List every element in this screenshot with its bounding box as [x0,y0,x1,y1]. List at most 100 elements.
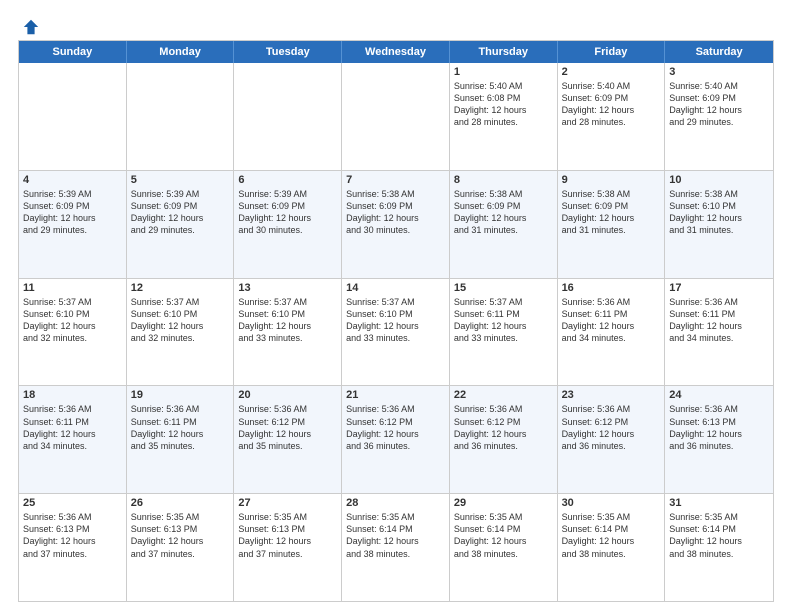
calendar-day-18: 18Sunrise: 5:36 AM Sunset: 6:11 PM Dayli… [19,386,127,493]
day-number: 17 [669,282,769,294]
day-info: Sunrise: 5:36 AM Sunset: 6:11 PM Dayligh… [562,296,661,345]
calendar-day-5: 5 Sunrise: 5:39 AM Sunset: 6:09 PM Daylig… [127,171,235,278]
calendar-day-1: 1 Sunrise: 5:40 AM Sunset: 6:08 PM Daylig… [450,63,558,170]
day-info: Sunrise: 5:38 AM Sunset: 6:09 PM Dayligh… [454,188,553,237]
calendar-day-20: 20Sunrise: 5:36 AM Sunset: 6:12 PM Dayli… [234,386,342,493]
day-number: 5 [131,174,230,186]
calendar-empty [234,63,342,170]
day-info: Sunrise: 5:35 AM Sunset: 6:14 PM Dayligh… [454,511,553,560]
calendar-row: 1 Sunrise: 5:40 AM Sunset: 6:08 PM Daylig… [19,63,773,171]
calendar-day-31: 31 Sunrise: 5:35 AM Sunset: 6:14 PM Dayli… [665,494,773,601]
day-info: Sunrise: 5:36 AM Sunset: 6:12 PM Dayligh… [238,403,337,452]
day-info: Sunrise: 5:37 AM Sunset: 6:10 PM Dayligh… [131,296,230,345]
day-number: 24 [669,389,769,401]
day-info: Sunrise: 5:35 AM Sunset: 6:14 PM Dayligh… [562,511,661,560]
day-info: Sunrise: 5:36 AM Sunset: 6:13 PM Dayligh… [669,403,769,452]
header-day: Saturday [665,41,773,63]
calendar-day-7: 7 Sunrise: 5:38 AM Sunset: 6:09 PM Daylig… [342,171,450,278]
logo-icon [22,18,40,36]
day-info: Sunrise: 5:36 AM Sunset: 6:12 PM Dayligh… [562,403,661,452]
calendar-day-22: 22 Sunrise: 5:36 AM Sunset: 6:12 PM Dayli… [450,386,558,493]
day-info: Sunrise: 5:35 AM Sunset: 6:13 PM Dayligh… [131,511,230,560]
page: SundayMondayTuesdayWednesdayThursdayFrid… [0,0,792,612]
calendar-row: 18Sunrise: 5:36 AM Sunset: 6:11 PM Dayli… [19,386,773,494]
day-info: Sunrise: 5:40 AM Sunset: 6:09 PM Dayligh… [562,80,661,129]
day-number: 26 [131,497,230,509]
day-info: Sunrise: 5:36 AM Sunset: 6:13 PM Dayligh… [23,511,122,560]
calendar-empty [127,63,235,170]
calendar-day-29: 29Sunrise: 5:35 AM Sunset: 6:14 PM Dayli… [450,494,558,601]
day-info: Sunrise: 5:39 AM Sunset: 6:09 PM Dayligh… [23,188,122,237]
day-number: 19 [131,389,230,401]
day-number: 15 [454,282,553,294]
calendar-day-16: 16 Sunrise: 5:36 AM Sunset: 6:11 PM Dayli… [558,279,666,386]
calendar-day-8: 8 Sunrise: 5:38 AM Sunset: 6:09 PM Daylig… [450,171,558,278]
day-number: 12 [131,282,230,294]
calendar-day-28: 28Sunrise: 5:35 AM Sunset: 6:14 PM Dayli… [342,494,450,601]
day-number: 4 [23,174,122,186]
day-number: 7 [346,174,445,186]
calendar-day-3: 3Sunrise: 5:40 AM Sunset: 6:09 PM Daylig… [665,63,773,170]
day-info: Sunrise: 5:39 AM Sunset: 6:09 PM Dayligh… [131,188,230,237]
day-number: 8 [454,174,553,186]
day-number: 16 [562,282,661,294]
header-day: Tuesday [234,41,342,63]
header-day: Monday [127,41,235,63]
day-number: 30 [562,497,661,509]
calendar-day-27: 27 Sunrise: 5:35 AM Sunset: 6:13 PM Dayli… [234,494,342,601]
day-number: 23 [562,389,661,401]
calendar-header: SundayMondayTuesdayWednesdayThursdayFrid… [19,41,773,63]
calendar-row: 4 Sunrise: 5:39 AM Sunset: 6:09 PM Daylig… [19,171,773,279]
calendar-day-26: 26 Sunrise: 5:35 AM Sunset: 6:13 PM Dayli… [127,494,235,601]
day-number: 10 [669,174,769,186]
logo-text [18,18,40,36]
day-number: 2 [562,66,661,78]
calendar-day-13: 13Sunrise: 5:37 AM Sunset: 6:10 PM Dayli… [234,279,342,386]
day-info: Sunrise: 5:37 AM Sunset: 6:10 PM Dayligh… [23,296,122,345]
header-day: Sunday [19,41,127,63]
day-number: 6 [238,174,337,186]
day-info: Sunrise: 5:35 AM Sunset: 6:13 PM Dayligh… [238,511,337,560]
day-info: Sunrise: 5:36 AM Sunset: 6:11 PM Dayligh… [669,296,769,345]
header-day: Wednesday [342,41,450,63]
calendar-row: 11Sunrise: 5:37 AM Sunset: 6:10 PM Dayli… [19,279,773,387]
day-info: Sunrise: 5:39 AM Sunset: 6:09 PM Dayligh… [238,188,337,237]
day-info: Sunrise: 5:37 AM Sunset: 6:11 PM Dayligh… [454,296,553,345]
calendar-day-17: 17 Sunrise: 5:36 AM Sunset: 6:11 PM Dayli… [665,279,773,386]
calendar-empty [342,63,450,170]
day-number: 14 [346,282,445,294]
calendar-body: 1 Sunrise: 5:40 AM Sunset: 6:08 PM Daylig… [19,63,773,601]
calendar-day-30: 30 Sunrise: 5:35 AM Sunset: 6:14 PM Dayli… [558,494,666,601]
day-number: 25 [23,497,122,509]
calendar-day-24: 24 Sunrise: 5:36 AM Sunset: 6:13 PM Dayli… [665,386,773,493]
day-info: Sunrise: 5:36 AM Sunset: 6:12 PM Dayligh… [454,403,553,452]
header [18,18,774,32]
calendar-day-10: 10 Sunrise: 5:38 AM Sunset: 6:10 PM Dayli… [665,171,773,278]
day-number: 31 [669,497,769,509]
calendar-day-6: 6 Sunrise: 5:39 AM Sunset: 6:09 PM Daylig… [234,171,342,278]
calendar-day-19: 19 Sunrise: 5:36 AM Sunset: 6:11 PM Dayli… [127,386,235,493]
day-info: Sunrise: 5:40 AM Sunset: 6:08 PM Dayligh… [454,80,553,129]
calendar-day-25: 25 Sunrise: 5:36 AM Sunset: 6:13 PM Dayli… [19,494,127,601]
day-info: Sunrise: 5:36 AM Sunset: 6:11 PM Dayligh… [23,403,122,452]
calendar-day-23: 23 Sunrise: 5:36 AM Sunset: 6:12 PM Dayli… [558,386,666,493]
day-info: Sunrise: 5:36 AM Sunset: 6:11 PM Dayligh… [131,403,230,452]
day-info: Sunrise: 5:38 AM Sunset: 6:09 PM Dayligh… [346,188,445,237]
day-number: 1 [454,66,553,78]
day-number: 22 [454,389,553,401]
day-info: Sunrise: 5:38 AM Sunset: 6:09 PM Dayligh… [562,188,661,237]
calendar-day-15: 15 Sunrise: 5:37 AM Sunset: 6:11 PM Dayli… [450,279,558,386]
day-info: Sunrise: 5:37 AM Sunset: 6:10 PM Dayligh… [346,296,445,345]
day-number: 9 [562,174,661,186]
calendar-day-21: 21Sunrise: 5:36 AM Sunset: 6:12 PM Dayli… [342,386,450,493]
calendar-day-9: 9 Sunrise: 5:38 AM Sunset: 6:09 PM Daylig… [558,171,666,278]
day-number: 27 [238,497,337,509]
calendar-day-4: 4 Sunrise: 5:39 AM Sunset: 6:09 PM Daylig… [19,171,127,278]
day-info: Sunrise: 5:38 AM Sunset: 6:10 PM Dayligh… [669,188,769,237]
day-number: 21 [346,389,445,401]
calendar-day-14: 14 Sunrise: 5:37 AM Sunset: 6:10 PM Dayli… [342,279,450,386]
day-info: Sunrise: 5:35 AM Sunset: 6:14 PM Dayligh… [669,511,769,560]
calendar-day-12: 12 Sunrise: 5:37 AM Sunset: 6:10 PM Dayli… [127,279,235,386]
day-info: Sunrise: 5:37 AM Sunset: 6:10 PM Dayligh… [238,296,337,345]
day-info: Sunrise: 5:35 AM Sunset: 6:14 PM Dayligh… [346,511,445,560]
